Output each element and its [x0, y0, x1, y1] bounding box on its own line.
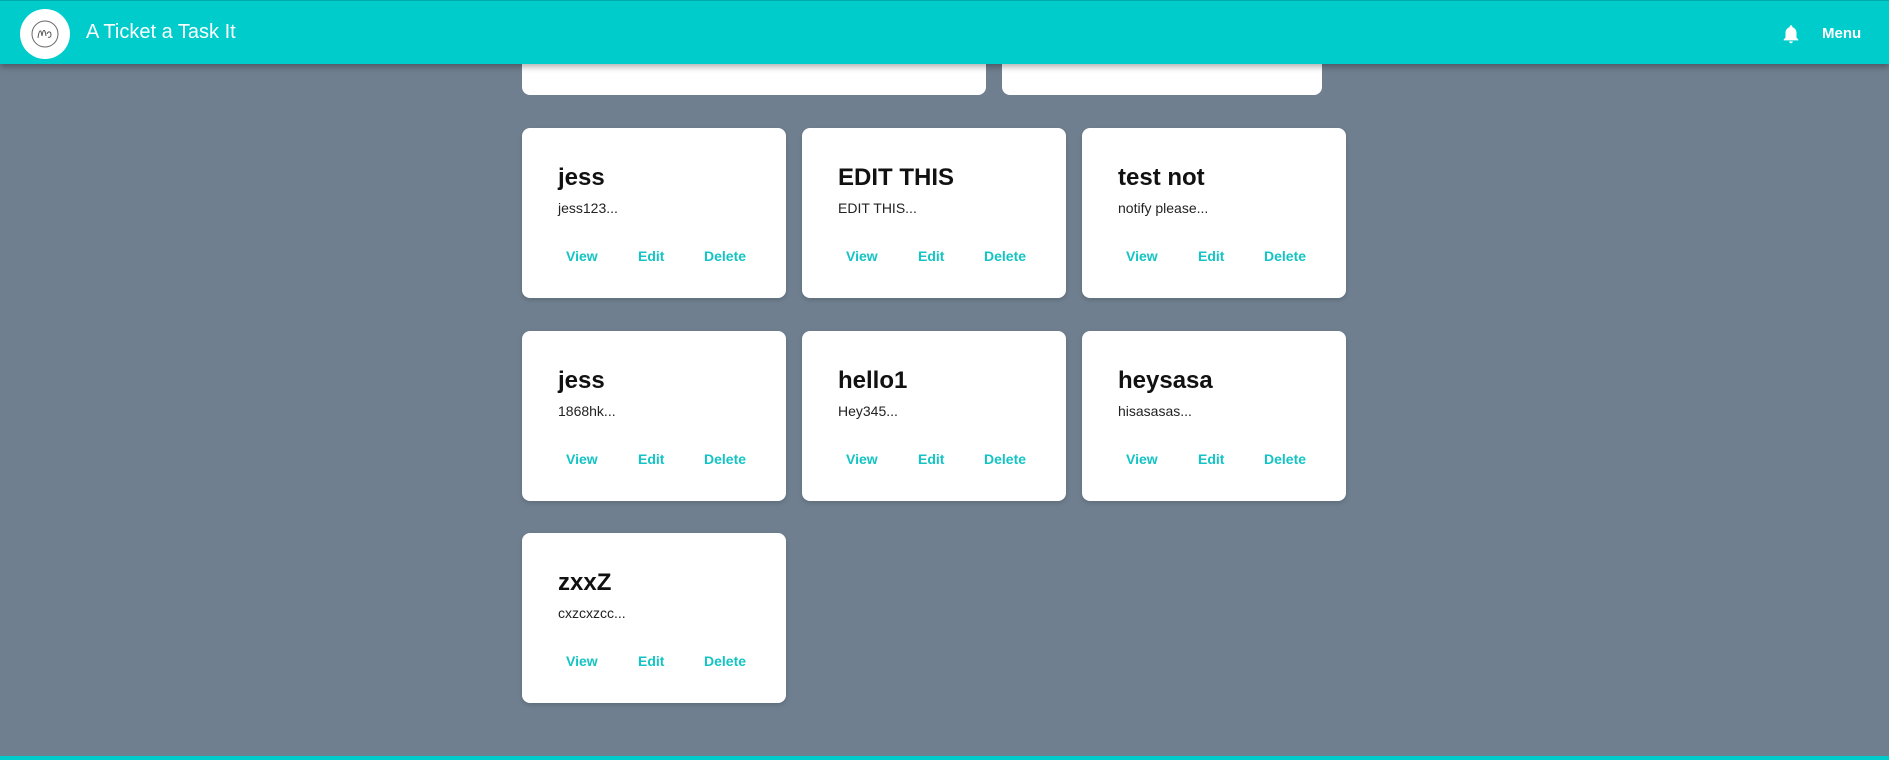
app-title[interactable]: A Ticket a Task It [86, 21, 236, 44]
delete-button[interactable]: Delete [984, 248, 1026, 264]
card-description: jess123... [558, 200, 618, 216]
card-description: EDIT THIS... [838, 200, 917, 216]
delete-button[interactable]: Delete [1264, 248, 1306, 264]
ticket-card: zxxZ cxzcxzcc... View Edit Delete [522, 533, 786, 703]
delete-button[interactable]: Delete [704, 653, 746, 669]
delete-button[interactable]: Delete [704, 248, 746, 264]
top-app-bar: A Ticket a Task It Menu [0, 0, 1889, 64]
card-title: EDIT THIS [838, 164, 955, 191]
page: A Ticket a Task It Menu jess jess123... … [0, 0, 1889, 760]
ticket-card: heysasa hisasasas... View Edit Delete [1082, 331, 1346, 501]
view-button[interactable]: View [566, 653, 598, 669]
delete-button[interactable]: Delete [984, 451, 1026, 467]
view-button[interactable]: View [846, 248, 878, 264]
bell-icon[interactable] [1780, 23, 1802, 45]
view-button[interactable]: View [566, 248, 598, 264]
bottom-bar [0, 756, 1889, 760]
view-button[interactable]: View [1126, 451, 1158, 467]
logo-icon[interactable] [20, 9, 70, 59]
ticket-card: EDIT THIS EDIT THIS... View Edit Delete [802, 128, 1066, 298]
delete-button[interactable]: Delete [704, 451, 746, 467]
edit-button[interactable]: Edit [638, 653, 664, 669]
view-button[interactable]: View [566, 451, 598, 467]
edit-button[interactable]: Edit [1198, 451, 1224, 467]
card-description: 1868hk... [558, 403, 616, 419]
card-description: cxzcxzcc... [558, 605, 626, 621]
ticket-card: jess jess123... View Edit Delete [522, 128, 786, 298]
view-button[interactable]: View [846, 451, 878, 467]
ticket-card: test not notify please... View Edit Dele… [1082, 128, 1346, 298]
card-description: hisasasas... [1118, 403, 1192, 419]
view-button[interactable]: View [1126, 248, 1158, 264]
edit-button[interactable]: Edit [638, 248, 664, 264]
delete-button[interactable]: Delete [1264, 451, 1306, 467]
card-description: notify please... [1118, 200, 1209, 216]
ticket-card: jess 1868hk... View Edit Delete [522, 331, 786, 501]
edit-button[interactable]: Edit [638, 451, 664, 467]
edit-button[interactable]: Edit [918, 451, 944, 467]
ticket-card: hello1 Hey345... View Edit Delete [802, 331, 1066, 501]
card-title: zxxZ [558, 569, 612, 596]
card-title: jess [558, 164, 605, 191]
card-description: Hey345... [838, 403, 898, 419]
edit-button[interactable]: Edit [1198, 248, 1224, 264]
edit-button[interactable]: Edit [918, 248, 944, 264]
card-title: hello1 [838, 367, 908, 394]
card-title: heysasa [1118, 367, 1213, 394]
card-title: jess [558, 367, 605, 394]
menu-button[interactable]: Menu [1822, 25, 1861, 42]
card-title: test not [1118, 164, 1205, 191]
